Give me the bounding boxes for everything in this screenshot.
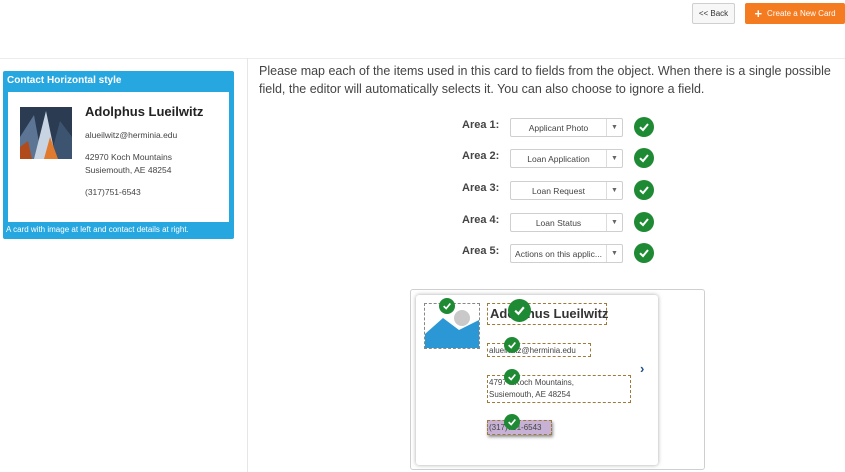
- panel-divider: [247, 58, 248, 472]
- card-style-tile[interactable]: Contact Horizontal style Adolphus Lueilw…: [3, 71, 234, 239]
- area-label: Area 3:: [462, 182, 500, 194]
- back-button[interactable]: << Back: [692, 3, 735, 24]
- area-label: Area 4:: [462, 214, 500, 226]
- email-area[interactable]: alueilwitz@herminia.edu: [487, 343, 591, 357]
- chevron-right-icon[interactable]: ›: [640, 361, 644, 376]
- check-icon: [439, 298, 455, 314]
- check-icon: [504, 414, 520, 430]
- card-style-description: A card with image at left and contact de…: [6, 225, 189, 234]
- area-3-select[interactable]: Loan Request ▼: [510, 181, 623, 200]
- area-select-value: Loan Application: [527, 154, 590, 164]
- area-label: Area 2:: [462, 150, 500, 162]
- area-select-value: Applicant Photo: [528, 123, 589, 133]
- caret-down-icon: ▼: [606, 214, 622, 231]
- address-line2: Susiemouth, AE 48254: [489, 390, 571, 399]
- check-icon: [634, 180, 654, 200]
- name-area[interactable]: Adolphus Lueilwitz: [487, 303, 608, 325]
- area-1-select[interactable]: Applicant Photo ▼: [510, 118, 623, 137]
- area-label: Area 1:: [462, 119, 500, 131]
- contact-address-line2: Susiemouth, AE 48254: [85, 165, 172, 175]
- contact-photo: [20, 107, 72, 159]
- top-divider: [0, 58, 845, 59]
- check-icon: [504, 337, 520, 353]
- check-icon: [634, 212, 654, 232]
- area-select-value: Loan Request: [532, 186, 585, 196]
- contact-email: alueilwitz@herminia.edu: [85, 130, 178, 140]
- create-new-card-label: Create a New Card: [767, 9, 836, 18]
- mapping-instructions: Please map each of the items used in thi…: [259, 64, 831, 96]
- caret-down-icon: ▼: [606, 119, 622, 136]
- contact-name: Adolphus Lueilwitz: [85, 104, 204, 119]
- area-label: Area 5:: [462, 245, 500, 257]
- contact-address-line1: 42970 Koch Mountains: [85, 152, 172, 162]
- area-4-select[interactable]: Loan Status ▼: [510, 213, 623, 232]
- plus-icon: +: [754, 6, 763, 21]
- area-5-select[interactable]: Actions on this applic... ▼: [510, 244, 623, 263]
- check-icon: [634, 117, 654, 137]
- area-select-value: Loan Status: [535, 218, 582, 228]
- check-icon: [504, 369, 520, 385]
- contact-phone: (317)751-6543: [85, 187, 141, 197]
- create-new-card-button[interactable]: + Create a New Card: [745, 3, 845, 24]
- caret-down-icon: ▼: [606, 245, 622, 262]
- card-style-body: Adolphus Lueilwitz alueilwitz@herminia.e…: [8, 92, 229, 222]
- area-2-select[interactable]: Loan Application ▼: [510, 149, 623, 168]
- area-select-value: Actions on this applic...: [515, 249, 602, 259]
- card-style-title: Contact Horizontal style: [7, 75, 122, 86]
- caret-down-icon: ▼: [606, 150, 622, 167]
- caret-down-icon: ▼: [606, 182, 622, 199]
- check-icon: [508, 299, 531, 322]
- check-icon: [634, 148, 654, 168]
- check-icon: [634, 243, 654, 263]
